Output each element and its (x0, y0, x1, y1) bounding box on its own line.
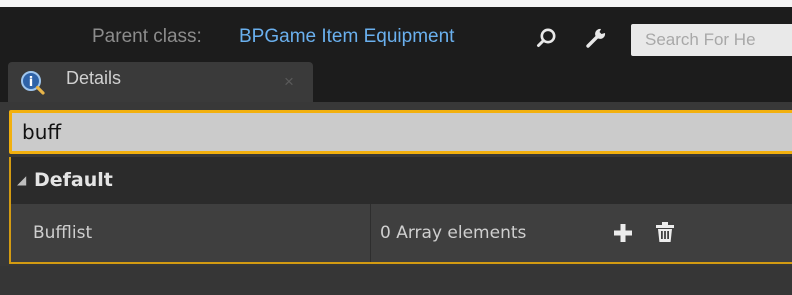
parent-class-link[interactable]: BPGame Item Equipment (239, 26, 454, 48)
magnifier-icon[interactable] (536, 27, 558, 54)
tab-details-label: Details (66, 68, 122, 88)
svg-text:i: i (29, 75, 33, 90)
empty-area (0, 266, 792, 295)
tab-close-button[interactable]: × (284, 72, 294, 92)
help-search-input[interactable]: Search For He (631, 24, 792, 56)
editor-toolbar: Parent class: BPGame Item Equipment Sear… (0, 0, 792, 62)
tab-details[interactable]: i Details × (8, 62, 313, 102)
details-info-icon: i (20, 70, 46, 101)
property-value: 0 Array elements (380, 223, 527, 243)
property-name: Bufflist (33, 223, 93, 243)
window-edge (0, 0, 792, 7)
property-row-bufflist: Bufflist 0 Array elements (11, 204, 792, 262)
details-panel: ◢ Default Bufflist 0 Array elements (9, 157, 792, 264)
tab-strip: i Details × (0, 62, 792, 102)
category-default-header[interactable]: ◢ Default (11, 157, 792, 204)
details-search-input[interactable]: buff (9, 110, 792, 154)
trash-icon[interactable] (656, 222, 674, 247)
category-label: Default (34, 169, 113, 191)
wrench-icon[interactable] (585, 27, 607, 54)
parent-class-label: Parent class: (92, 26, 202, 47)
column-splitter[interactable] (370, 204, 371, 262)
collapse-arrow-icon[interactable]: ◢ (17, 173, 26, 187)
plus-icon[interactable] (614, 224, 632, 247)
